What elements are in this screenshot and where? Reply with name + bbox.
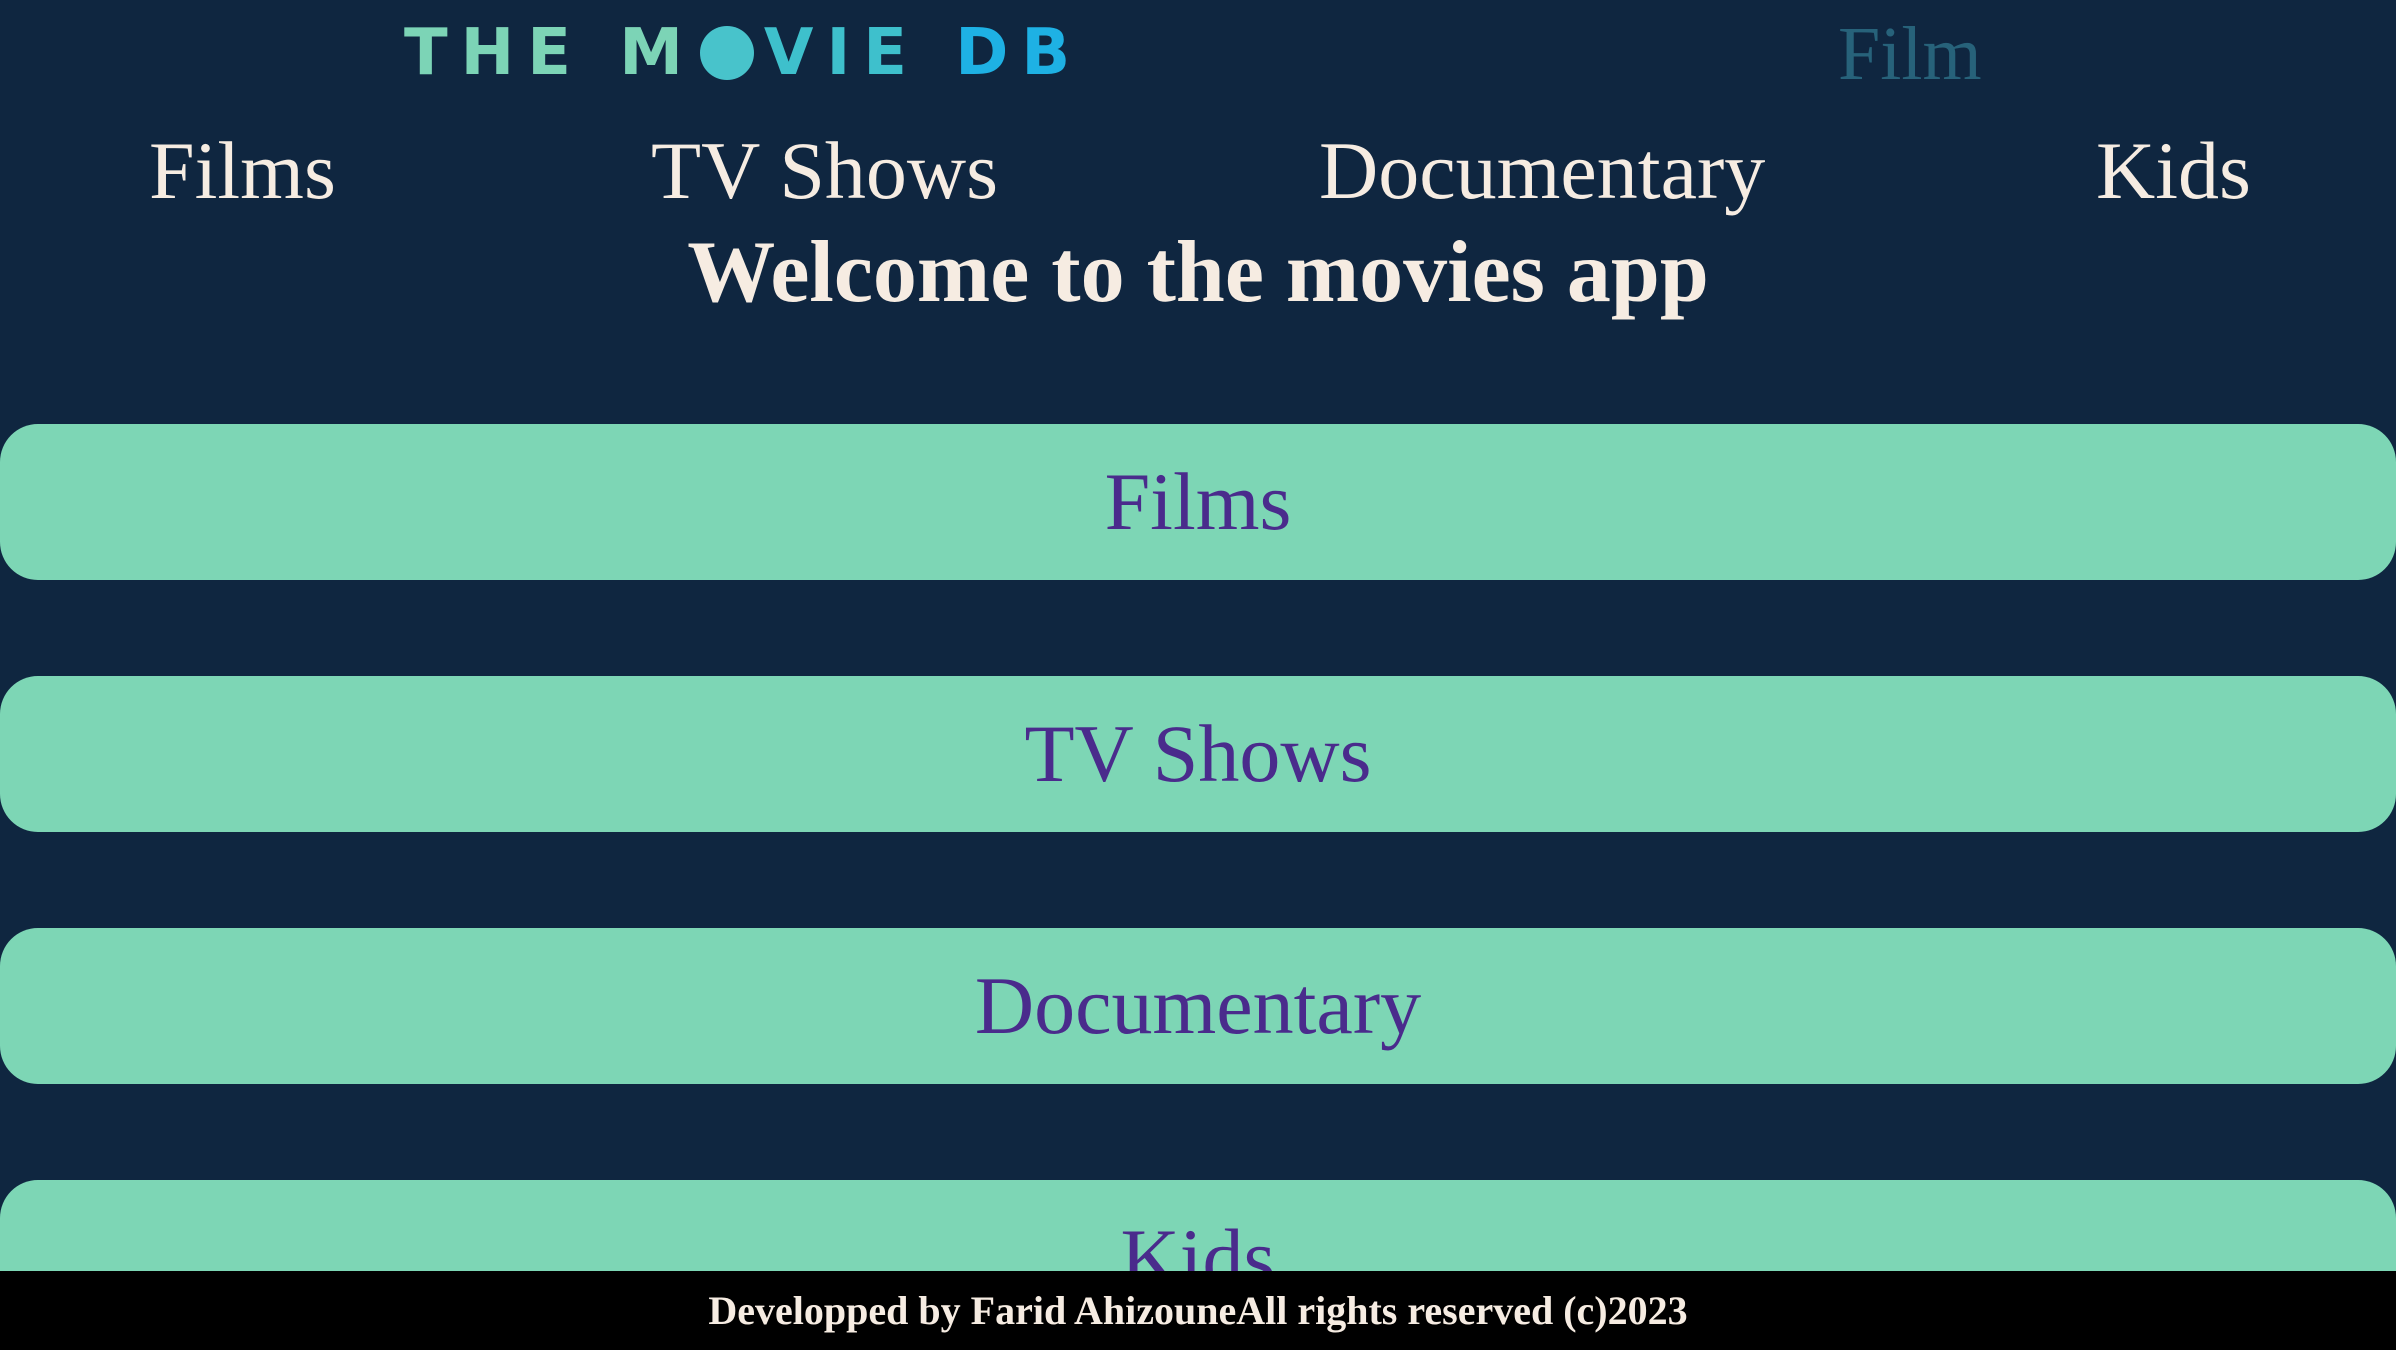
- footer: Developped by Farid AhizouneAll rights r…: [0, 1271, 2396, 1350]
- nav-link-documentary[interactable]: Documentary: [1319, 124, 1765, 218]
- main-nav: Films TV Shows Documentary Kids: [0, 124, 2396, 234]
- logo-text-the-m: THE M: [404, 16, 696, 90]
- category-button-documentary[interactable]: Documentary: [0, 928, 2396, 1084]
- category-button-tv-shows[interactable]: TV Shows: [0, 676, 2396, 832]
- nav-link-tv-shows[interactable]: TV Shows: [651, 124, 998, 218]
- search-input[interactable]: [1838, 6, 2038, 102]
- footer-text: Developped by Farid AhizouneAll rights r…: [708, 1288, 1688, 1333]
- site-logo[interactable]: THE M VIE DB: [404, 16, 1084, 90]
- logo-text-db: DB: [955, 16, 1084, 90]
- nav-link-films[interactable]: Films: [149, 124, 336, 218]
- logo-text-vie: VIE: [763, 16, 920, 90]
- welcome-heading: Welcome to the movies app: [687, 224, 1709, 321]
- category-button-films[interactable]: Films: [0, 424, 2396, 580]
- logo-circle-icon: [699, 26, 754, 80]
- page: THE M VIE DB Films TV Shows Documentary K…: [0, 0, 2396, 1350]
- nav-link-kids[interactable]: Kids: [2096, 124, 2251, 218]
